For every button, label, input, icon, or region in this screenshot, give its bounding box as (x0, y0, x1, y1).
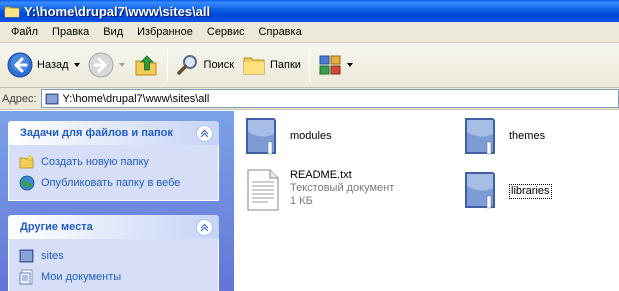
up-button[interactable] (129, 46, 163, 84)
toolbar: Назад Поиск Папки (0, 43, 619, 88)
forward-arrow-icon (88, 52, 114, 78)
tasks-panel-title: Задачи для файлов и папок (20, 127, 173, 139)
back-dropdown-icon[interactable] (73, 63, 80, 67)
file-name: libraries (509, 184, 552, 199)
publish-web-icon (19, 175, 35, 190)
place-label: sites (41, 249, 64, 262)
tasks-panel-body: Создать новую папку Опубликовать папку в… (8, 145, 219, 201)
folder-up-icon (135, 55, 157, 76)
place-my-documents[interactable]: Мои документы (19, 266, 218, 287)
folder-icon (246, 118, 276, 155)
new-folder-icon (19, 154, 34, 168)
file-name: themes (509, 130, 546, 142)
views-dropdown-icon[interactable] (346, 63, 353, 67)
views-icon (319, 55, 341, 75)
views-button[interactable] (314, 46, 357, 84)
text-document-icon (247, 169, 279, 211)
title-bar[interactable]: Y:\home\drupal7\www\sites\all (0, 0, 619, 22)
folder-icon (45, 93, 58, 104)
file-item-themes[interactable]: themes (461, 114, 545, 158)
my-documents-icon (19, 269, 33, 284)
menu-bar: Файл Правка Вид Избранное Сервис Справка (0, 22, 619, 43)
chevron-up-icon (200, 129, 209, 137)
search-button[interactable]: Поиск (172, 46, 238, 84)
window-title: Y:\home\drupal7\www\sites\all (24, 3, 211, 19)
tasks-panel: Задачи для файлов и папок Создать новую … (8, 121, 219, 201)
folders-button[interactable]: Папки (238, 46, 305, 84)
toolbar-separator (308, 48, 310, 82)
task-pane: Задачи для файлов и папок Создать новую … (0, 111, 234, 291)
place-sites[interactable]: sites (19, 245, 218, 266)
forward-button[interactable] (84, 46, 129, 84)
places-panel-body: sites Мои документы (8, 239, 219, 291)
back-label: Назад (37, 59, 69, 71)
folder-icon (19, 249, 34, 262)
menu-file[interactable]: Файл (4, 26, 45, 38)
folders-label: Папки (270, 59, 301, 71)
chevron-up-icon (200, 223, 209, 231)
folders-icon (243, 57, 265, 75)
places-panel: Другие места sites Мои документы (8, 215, 219, 291)
search-icon (176, 55, 197, 75)
folder-icon (465, 172, 495, 209)
file-item-readme[interactable]: README.txt Текстовый документ 1 КБ (242, 168, 394, 212)
file-item-modules[interactable]: modules (242, 114, 332, 158)
menu-favorites[interactable]: Избранное (130, 26, 200, 38)
file-name: modules (290, 130, 332, 142)
file-size: 1 КБ (290, 195, 313, 207)
task-label: Опубликовать папку в вебе (41, 176, 181, 189)
task-new-folder[interactable]: Создать новую папку (19, 151, 218, 172)
file-list: modules themes README.txt Текстовый доку… (234, 111, 619, 291)
collapse-button[interactable] (196, 124, 213, 142)
task-publish-web[interactable]: Опубликовать папку в вебе (19, 172, 218, 193)
menu-tools[interactable]: Сервис (200, 26, 252, 38)
back-button[interactable]: Назад (3, 46, 84, 84)
back-arrow-icon (7, 52, 33, 78)
file-kind: Текстовый документ (290, 182, 395, 194)
place-label: Мои документы (41, 270, 122, 283)
file-item-libraries[interactable]: libraries (461, 168, 552, 212)
places-panel-header[interactable]: Другие места (8, 215, 219, 239)
search-label: Поиск (203, 59, 235, 71)
address-field[interactable]: Y:\home\drupal7\www\sites\all (40, 89, 619, 108)
file-name: README.txt (290, 169, 352, 181)
address-label: Адрес: (2, 92, 37, 105)
menu-view[interactable]: Вид (96, 26, 130, 38)
address-bar: Адрес: Y:\home\drupal7\www\sites\all (0, 88, 619, 110)
collapse-button[interactable] (196, 218, 213, 236)
folder-icon (465, 118, 495, 155)
task-label: Создать новую папку (41, 155, 149, 168)
toolbar-separator (166, 48, 168, 82)
tasks-panel-header[interactable]: Задачи для файлов и папок (8, 121, 219, 145)
places-panel-title: Другие места (20, 221, 93, 233)
menu-help[interactable]: Справка (252, 26, 309, 38)
folder-icon (4, 6, 20, 18)
menu-edit[interactable]: Правка (45, 26, 96, 38)
address-value: Y:\home\drupal7\www\sites\all (62, 92, 210, 105)
forward-dropdown-icon[interactable] (118, 63, 125, 67)
